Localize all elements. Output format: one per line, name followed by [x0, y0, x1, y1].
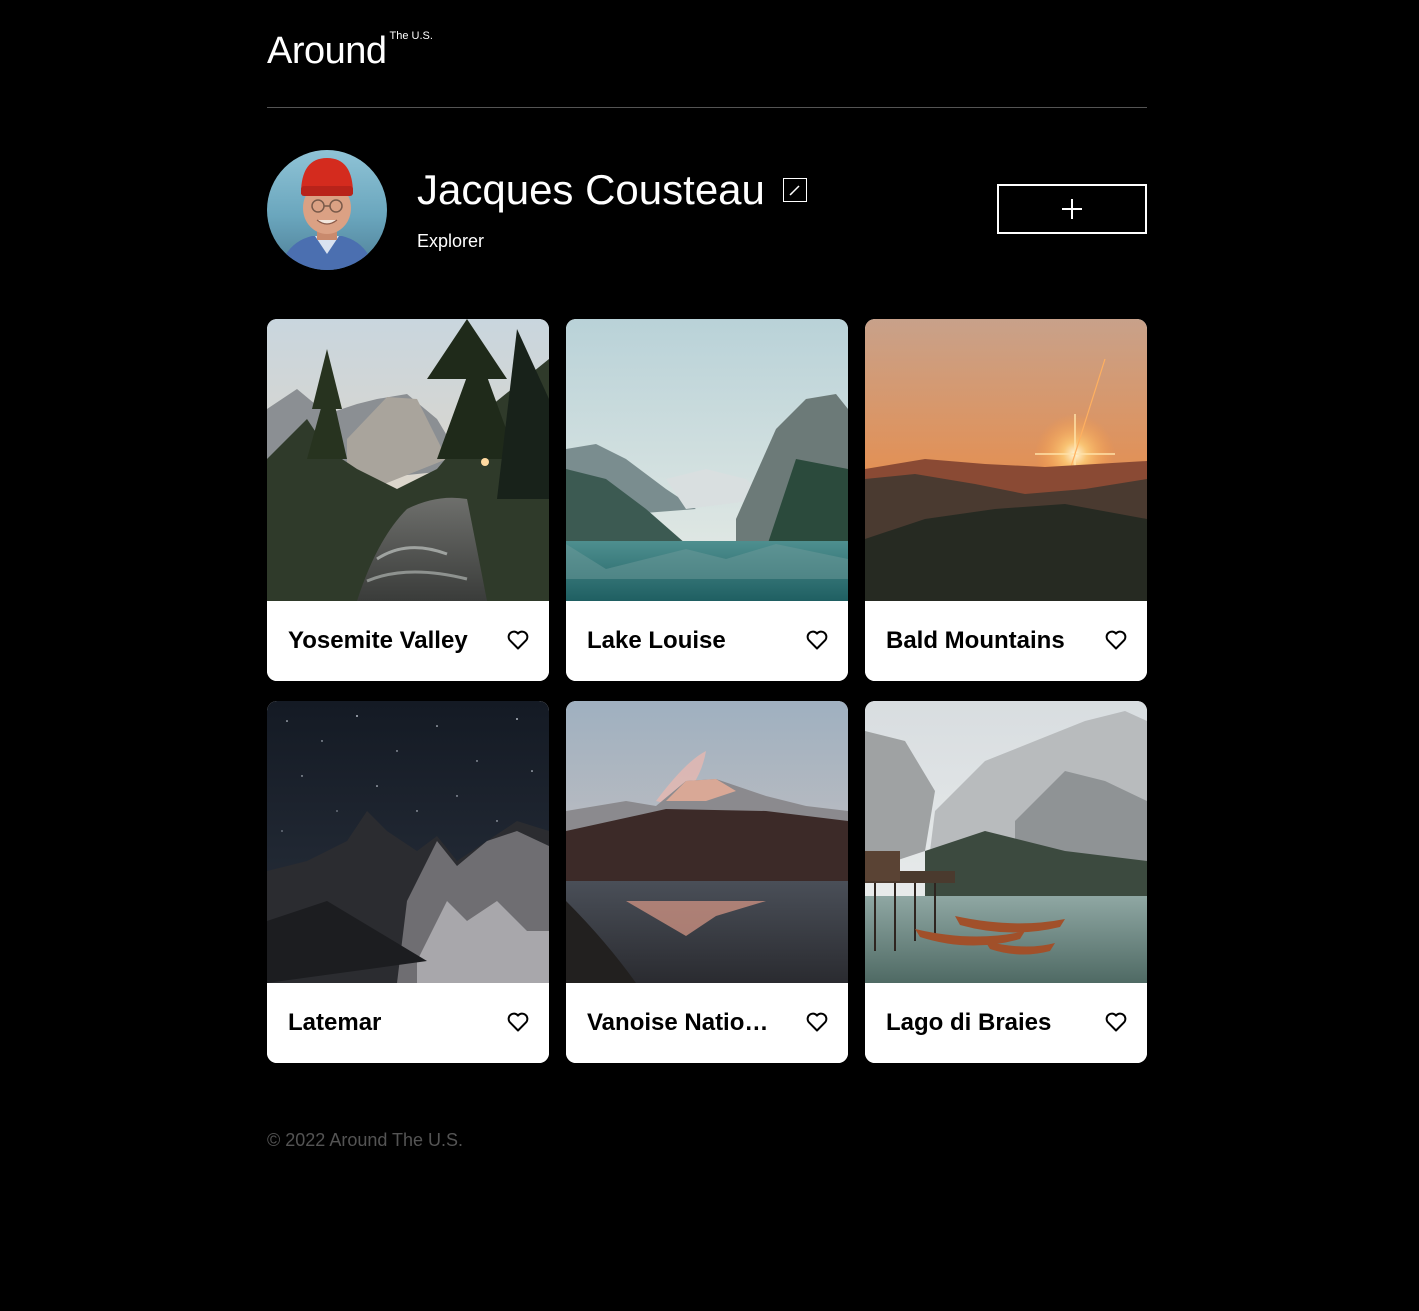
card-footer: Yosemite Valley — [267, 601, 549, 681]
edit-profile-button[interactable] — [783, 178, 807, 202]
site-footer: © 2022 Around The U.S. — [267, 1129, 1147, 1151]
heart-outline-icon — [1105, 1012, 1127, 1032]
card-footer: Vanoise National Park — [566, 983, 848, 1063]
card: Latemar — [267, 701, 549, 1063]
heart-outline-icon — [507, 1012, 529, 1032]
page: Around The U.S. Jacques Cousteau Explore… — [267, 0, 1147, 1151]
card: Bald Mountains — [865, 319, 1147, 681]
logo: Around The U.S. — [267, 30, 433, 72]
card: Yosemite Valley — [267, 319, 549, 681]
heart-outline-icon — [806, 1012, 828, 1032]
profile-section: Jacques Cousteau Explorer — [267, 108, 1147, 318]
add-card-button[interactable] — [997, 184, 1147, 234]
profile-name: Jacques Cousteau — [417, 166, 765, 213]
card: Lago di Braies — [865, 701, 1147, 1063]
card: Lake Louise — [566, 319, 848, 681]
logo-text: Around — [267, 30, 387, 72]
card-footer: Latemar — [267, 983, 549, 1063]
like-button[interactable] — [507, 630, 529, 650]
avatar-image — [267, 150, 387, 270]
card-image[interactable] — [566, 701, 848, 983]
heart-outline-icon — [507, 630, 529, 650]
plus-icon — [1062, 199, 1082, 219]
card-footer: Bald Mountains — [865, 601, 1147, 681]
logo-superscript: The U.S. — [389, 30, 433, 42]
copyright: © 2022 Around The U.S. — [267, 1130, 464, 1150]
heart-outline-icon — [1105, 630, 1127, 650]
like-button[interactable] — [806, 1012, 828, 1032]
like-button[interactable] — [1105, 1012, 1127, 1032]
card-image[interactable] — [865, 701, 1147, 983]
card-image[interactable] — [865, 319, 1147, 601]
card-footer: Lake Louise — [566, 601, 848, 681]
card-image[interactable] — [566, 319, 848, 601]
card-image[interactable] — [267, 701, 549, 983]
like-button[interactable] — [806, 630, 828, 650]
card-footer: Lago di Braies — [865, 983, 1147, 1063]
like-button[interactable] — [1105, 630, 1127, 650]
avatar[interactable] — [267, 150, 387, 270]
heart-outline-icon — [806, 630, 828, 650]
card-title: Bald Mountains — [886, 627, 1065, 654]
card-image[interactable] — [267, 319, 549, 601]
card-title: Lake Louise — [587, 627, 726, 654]
card-title: Yosemite Valley — [288, 627, 468, 654]
pencil-icon — [789, 185, 800, 196]
card-title: Lago di Braies — [886, 1009, 1052, 1036]
card: Vanoise National Park — [566, 701, 848, 1063]
card-title: Latemar — [288, 1009, 382, 1036]
site-header: Around The U.S. — [267, 0, 1147, 108]
cards-grid: Yosemite Valley Lake Louise Bald Mountai… — [267, 319, 1147, 1063]
like-button[interactable] — [507, 1012, 529, 1032]
profile-about: Explorer — [417, 231, 485, 251]
card-title: Vanoise National Park — [587, 1009, 777, 1036]
